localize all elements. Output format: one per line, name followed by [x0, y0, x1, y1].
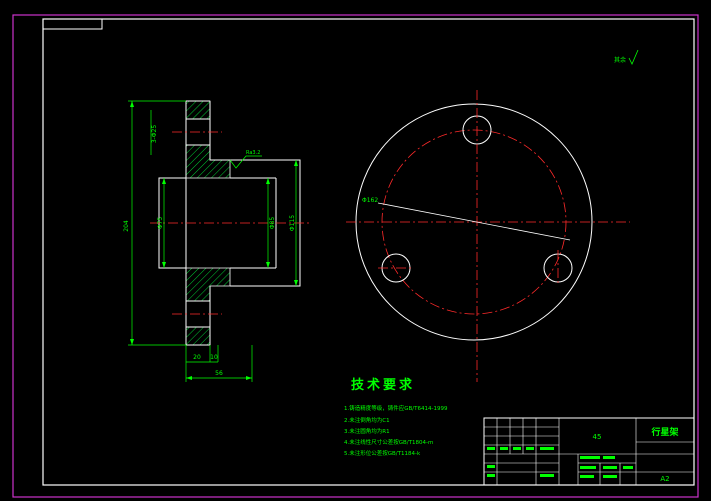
note-4: 4.未注线性尺寸公差按GB/T1804-m [344, 438, 433, 446]
dim-flange-thickness: 20 [193, 354, 201, 361]
outer-sheet-border [12, 14, 699, 498]
title-scale: A2 [660, 475, 669, 483]
title-block: 45 行星架 A2 [483, 417, 695, 486]
hatch-upper [185, 100, 231, 179]
cad-drawing-canvas: 其余 204 3-Φ25 Φ75 Φ85 Φ115 20 10 56 Ra3.2… [12, 14, 699, 498]
pitch-dimension-leader [377, 202, 571, 241]
roughness-note: 其余 [614, 49, 639, 65]
top-view: Φ162 [346, 90, 630, 382]
note-3: 3.未注圆角均为R1 [344, 427, 390, 435]
dim-step: 10 [210, 354, 218, 361]
top-view-centerlines [346, 90, 630, 382]
roughness-value: Ra3.2 [246, 150, 260, 156]
corner-tab [42, 18, 103, 30]
notes-heading: 技术要求 [351, 377, 415, 393]
drawing-frame [42, 18, 695, 486]
note-1: 1.铸造精度等级，铸件应GB/T6414-1999 [344, 404, 448, 412]
dim-pitch-circle: Φ162 [362, 197, 378, 204]
dim-bore: Φ75 [157, 217, 164, 230]
section-centerlines [150, 131, 310, 315]
dim-bolt-holes: 3-Φ25 [151, 125, 158, 144]
technical-requirements: 技术要求 1.铸造精度等级，铸件应GB/T6414-1999 2.未注倒角均为C… [344, 377, 448, 457]
svg-text:其余: 其余 [614, 56, 626, 64]
dim-hub-right: Φ115 [289, 215, 296, 231]
hatch-lower [185, 267, 231, 346]
note-5: 5.未注形位公差按GB/T1184-k [344, 449, 421, 457]
title-material: 45 [593, 433, 602, 441]
section-view: 204 3-Φ25 Φ75 Φ85 Φ115 20 10 56 Ra3.2 [123, 100, 310, 382]
title-block-labels [487, 447, 633, 478]
dim-hub-left: Φ85 [269, 217, 276, 230]
dim-total-length: 56 [215, 370, 223, 377]
title-part-name: 行星架 [650, 426, 678, 438]
note-2: 2.未注倒角均为C1 [344, 416, 390, 424]
dim-total-height: 204 [123, 220, 130, 232]
